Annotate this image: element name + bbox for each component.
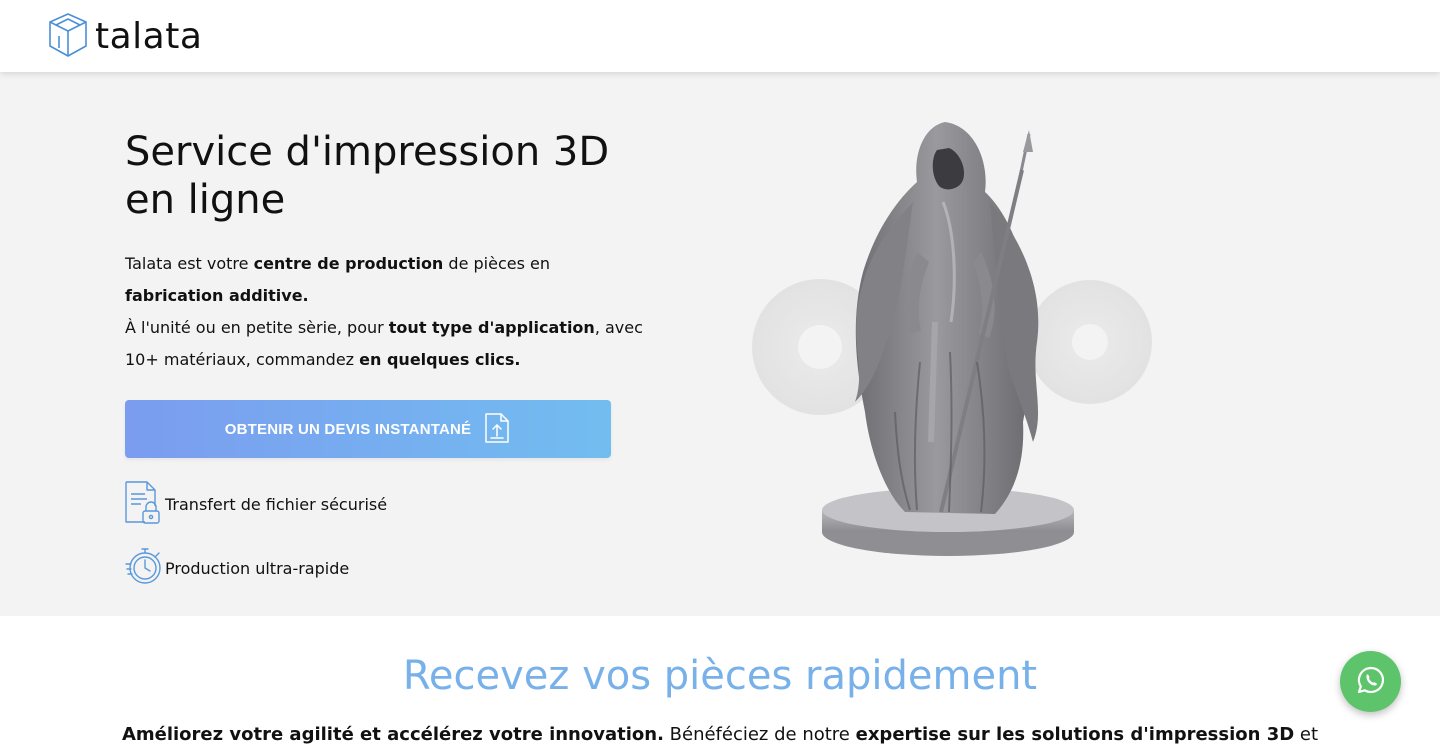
intro-bold-3: tout type d'application xyxy=(388,318,595,337)
instant-quote-button[interactable]: OBTENIR UN DEVIS INSTANTANÉ xyxy=(125,400,611,458)
cube-logo-icon xyxy=(47,12,89,62)
hero-section: Service d'impression 3D en ligne Talata … xyxy=(0,72,1440,616)
instant-quote-label: OBTENIR UN DEVIS INSTANTANÉ xyxy=(224,420,472,438)
section-text: Améliorez votre agilité et accélérez vot… xyxy=(0,722,1440,747)
figurine-image xyxy=(745,112,1165,562)
section-title: Recevez vos pièces rapidement xyxy=(402,653,1038,699)
logo-text: talata xyxy=(95,16,203,57)
site-header: talata xyxy=(0,0,1440,72)
intro-text-3: À l'unité ou en petite sèrie, pour xyxy=(125,318,389,337)
hero-title: Service d'impression 3D en ligne xyxy=(125,129,610,223)
section-text-2: Bénéféciez de notre xyxy=(663,724,856,745)
feature-label: Transfert de fichier sécurisé xyxy=(165,494,388,514)
section-bold-1: Améliorez votre agilité et accélérez vot… xyxy=(121,724,664,745)
hero-intro: Talata est votre centre de production de… xyxy=(125,248,645,376)
intro-text-1: Talata est votre xyxy=(125,254,254,273)
intro-text-2: de pièces en xyxy=(443,254,550,273)
whatsapp-icon xyxy=(1356,665,1386,699)
feature-secure-transfer: Transfert de fichier sécurisé xyxy=(125,480,387,528)
secure-file-icon xyxy=(125,480,161,528)
intro-bold-4: en quelques clics. xyxy=(359,350,521,369)
stopwatch-icon xyxy=(125,544,161,592)
logo-link[interactable]: talata xyxy=(47,12,202,62)
file-upload-icon xyxy=(483,412,511,447)
intro-bold-1: centre de production xyxy=(253,254,444,273)
intro-bold-2: fabrication additive. xyxy=(125,286,309,305)
feature-fast-production: Production ultra-rapide xyxy=(125,544,349,592)
whatsapp-button[interactable] xyxy=(1340,651,1401,712)
section-bold-3: expertise sur les solutions d'impression… xyxy=(855,724,1295,745)
feature-label: Production ultra-rapide xyxy=(165,558,350,578)
section-text-4: et xyxy=(1294,724,1319,745)
